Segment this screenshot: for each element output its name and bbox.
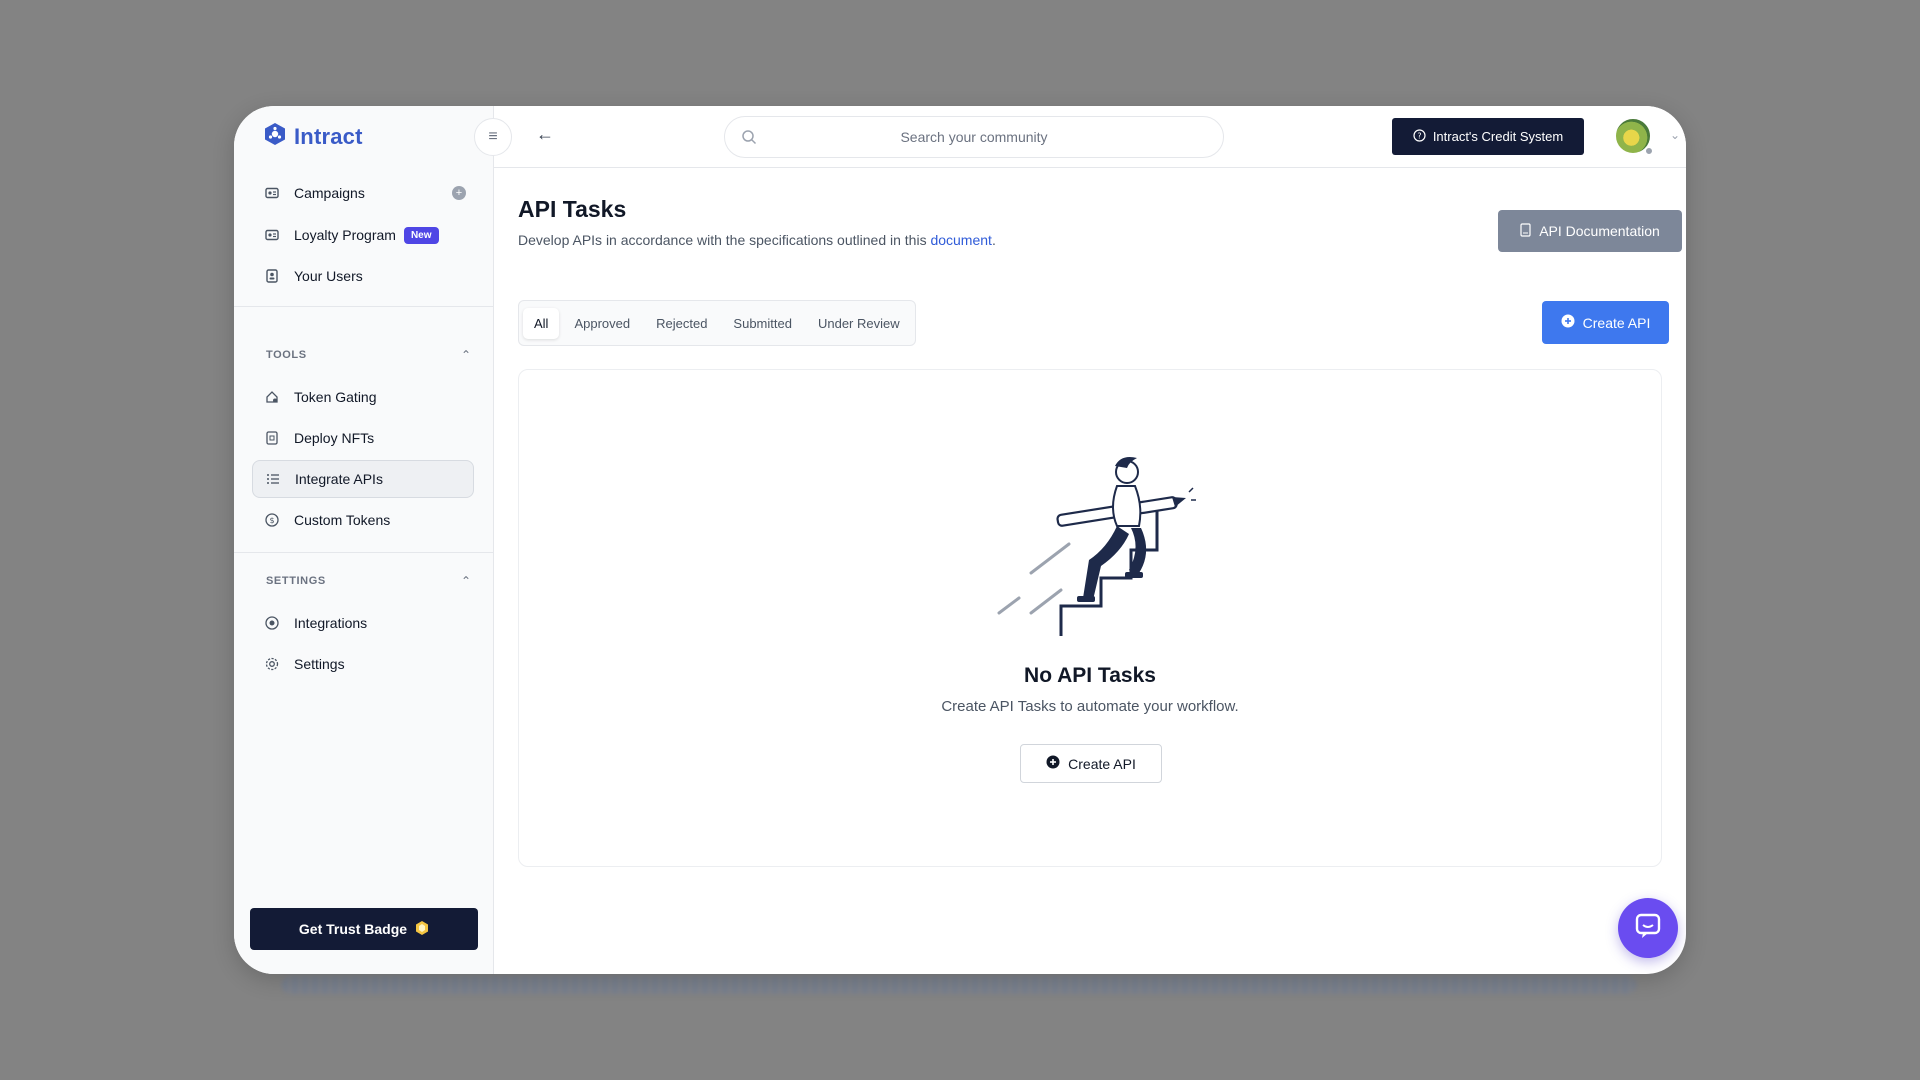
tab-approved[interactable]: Approved [563,308,641,339]
svg-text:?: ? [1417,131,1421,140]
empty-state-description: Create API Tasks to automate your workfl… [941,698,1239,715]
hamburger-icon: ≡ [488,128,498,145]
description-suffix: . [991,232,996,248]
document-icon [1520,222,1531,240]
page-description: Develop APIs in accordance with the spec… [518,232,996,248]
sidebar-item-label: Custom Tokens [294,512,391,528]
page-title: API Tasks [518,196,627,222]
sidebar-item-integrations[interactable]: Integrations [252,604,474,642]
brand-name: Intract [294,123,363,149]
sidebar-item-label: Your Users [294,268,363,284]
sidebar-item-loyalty-program[interactable]: Loyalty Program New [252,216,474,254]
sidebar-divider [234,306,494,307]
empty-state-card: No API Tasks Create API Tasks to automat… [518,369,1662,867]
campaign-icon [264,185,280,201]
sidebar-item-label: Token Gating [294,389,377,405]
tab-under-review[interactable]: Under Review [807,308,911,339]
list-icon [265,471,281,487]
chevron-up-icon[interactable]: ⌃ [461,574,471,588]
sidebar-divider [234,552,494,553]
sidebar-item-label: Integrate APIs [295,471,383,487]
sidebar-item-label: Campaigns [294,185,365,201]
help-circle-icon: ? [1413,128,1426,145]
sidebar-item-settings[interactable]: Settings [252,645,474,683]
integrations-icon [264,615,280,631]
gear-icon [264,656,280,672]
description-text: Develop APIs in accordance with the spec… [518,232,931,248]
menu-toggle-button[interactable]: ≡ [474,118,512,156]
window-shadow-glow [282,976,1636,994]
document-link[interactable]: document [930,232,991,248]
main-content: API Tasks Develop APIs in accordance wit… [494,168,1686,974]
tab-submitted[interactable]: Submitted [722,308,803,339]
app-window: Intract Campaigns + Loyalty Program New … [234,106,1686,974]
tools-section-label: TOOLS [266,349,307,361]
brand-logo[interactable]: Intract [264,122,363,151]
search-input[interactable] [765,117,1183,157]
users-icon [264,268,280,284]
new-badge: New [403,226,439,244]
sidebar-item-label: Deploy NFTs [294,430,375,446]
api-documentation-button[interactable]: API Documentation [1498,210,1682,252]
credit-system-button[interactable]: ? Intract's Credit System [1392,118,1584,155]
tab-all[interactable]: All [523,307,560,339]
api-documentation-label: API Documentation [1539,223,1660,239]
svg-text:$: $ [269,516,274,525]
sidebar-item-your-users[interactable]: Your Users [252,257,474,295]
tab-rejected[interactable]: Rejected [645,308,718,339]
create-api-label: Create API [1068,755,1136,772]
add-campaign-icon[interactable]: + [452,186,466,200]
credit-system-label: Intract's Credit System [1432,129,1564,144]
get-trust-badge-button[interactable]: Get Trust Badge [250,908,478,950]
sidebar-item-label: Loyalty Program [294,227,396,243]
chat-support-button[interactable] [1618,898,1678,958]
sidebar-item-custom-tokens[interactable]: $ Custom Tokens [252,501,474,539]
status-tabs: All Approved Rejected Submitted Under Re… [518,300,916,346]
top-header: ← ? Intract's Credit System ⌄ [494,106,1686,168]
back-arrow-icon[interactable]: ← [536,124,554,145]
sidebar-item-deploy-nfts[interactable]: Deploy NFTs [252,419,474,457]
status-indicator [1644,146,1654,156]
plus-circle-icon [1046,755,1060,772]
hexagon-badge-icon [415,920,429,939]
sidebar-item-label: Integrations [294,615,368,631]
sidebar-item-campaigns[interactable]: Campaigns + [252,174,474,212]
intract-logo-icon [264,122,286,151]
sidebar-item-integrate-apis[interactable]: Integrate APIs [252,460,474,498]
create-api-label: Create API [1582,314,1651,331]
sidebar: Intract Campaigns + Loyalty Program New … [234,106,494,974]
create-api-button[interactable]: Create API [1542,301,1669,344]
trust-badge-label: Get Trust Badge [298,921,408,937]
sidebar-item-label: Settings [294,656,345,672]
sidebar-item-token-gating[interactable]: Token Gating [252,378,474,416]
climbing-stairs-illustration [989,448,1199,643]
coin-icon: $ [264,512,280,528]
create-api-empty-button[interactable]: Create API [1020,744,1162,783]
token-gating-icon [264,389,280,405]
empty-state-title: No API Tasks [1024,664,1156,687]
chevron-up-icon[interactable]: ⌃ [461,348,471,362]
plus-circle-icon [1561,314,1575,331]
search-icon [741,129,757,150]
chevron-down-icon[interactable]: ⌄ [1670,128,1680,142]
chat-bubble-icon [1634,912,1662,945]
search-bar[interactable] [724,116,1224,158]
nft-icon [264,430,280,446]
loyalty-icon [264,227,280,243]
settings-section-label: SETTINGS [266,575,326,587]
